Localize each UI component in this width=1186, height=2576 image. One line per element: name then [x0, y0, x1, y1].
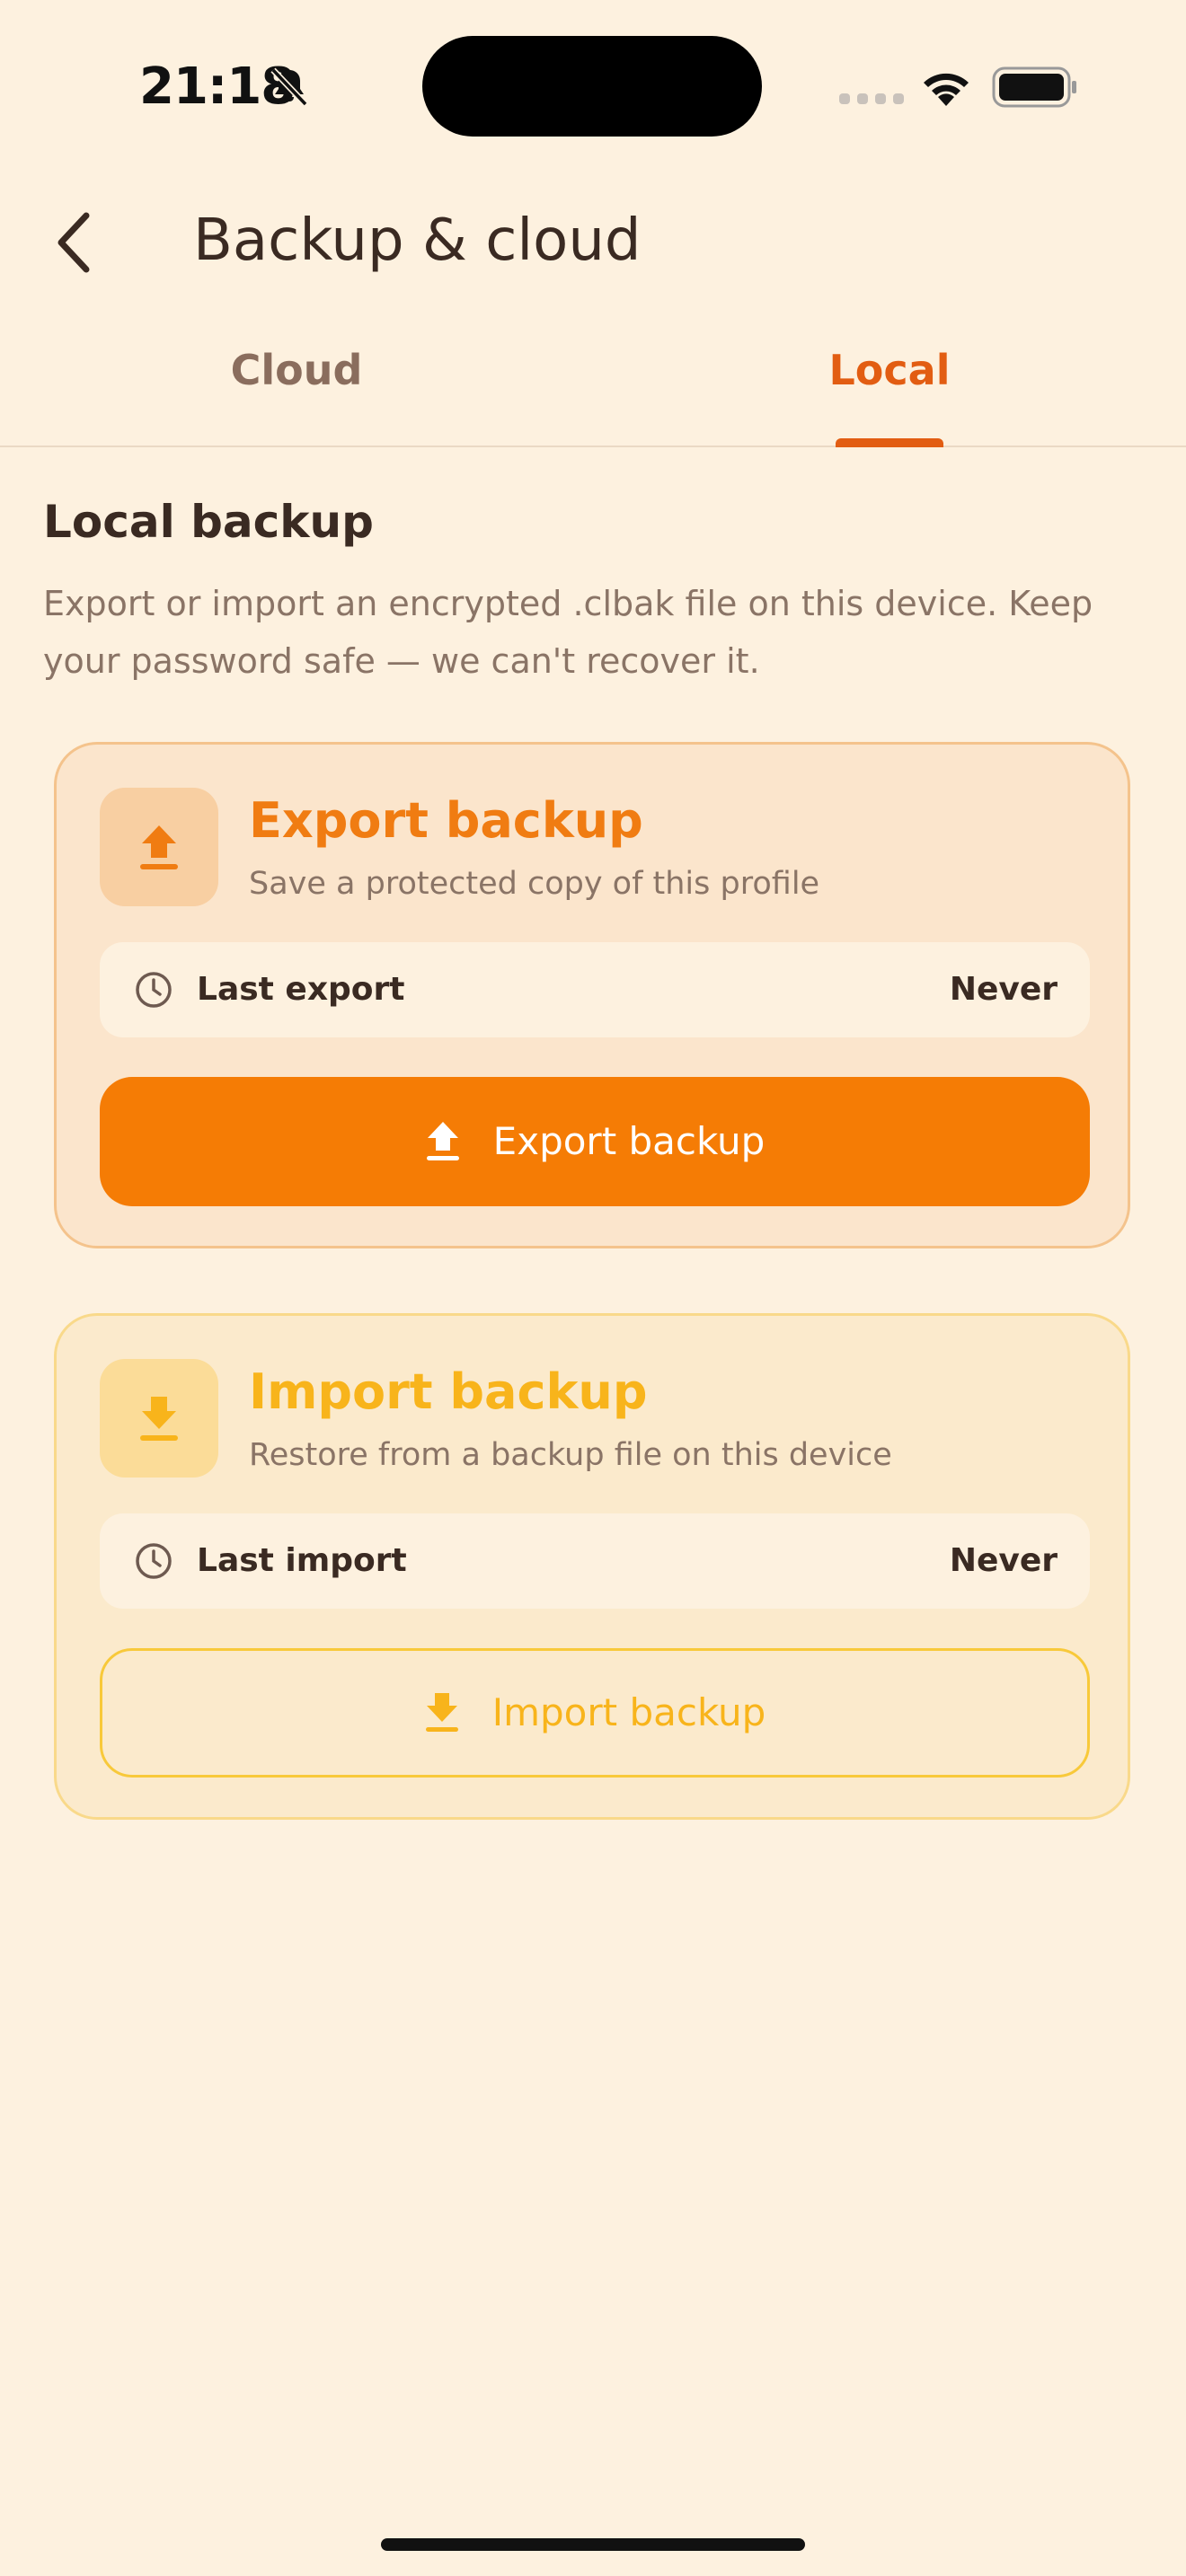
download-icon: [425, 1693, 458, 1732]
upload-icon: [426, 1122, 459, 1160]
section-title: Local backup: [43, 496, 374, 548]
export-backup-button[interactable]: Export backup: [100, 1077, 1090, 1206]
export-backup-card: Export backup Save a protected copy of t…: [54, 742, 1130, 1248]
import-card-title: Import backup: [249, 1363, 648, 1420]
battery-icon: [992, 66, 1076, 108]
import-backup-button[interactable]: Import backup: [100, 1648, 1090, 1778]
export-card-subtitle: Save a protected copy of this profile: [249, 866, 820, 902]
last-import-value: Never: [949, 1542, 1058, 1579]
export-icon-tile: [100, 788, 218, 906]
last-export-row: Last export Never: [100, 942, 1090, 1037]
tab-local[interactable]: Local: [665, 343, 1114, 397]
import-backup-button-label: Import backup: [491, 1690, 766, 1734]
cellular-signal-icon: [839, 93, 904, 104]
tab-active-indicator: [836, 438, 943, 447]
chevron-left-icon[interactable]: [47, 208, 101, 277]
import-icon-tile: [100, 1359, 218, 1478]
bell-slash-icon: [270, 67, 308, 107]
home-indicator: [381, 2538, 805, 2551]
page-title: Backup & cloud: [193, 207, 642, 274]
tab-divider: [0, 446, 1186, 447]
download-icon: [140, 1397, 178, 1441]
import-card-subtitle: Restore from a backup file on this devic…: [249, 1437, 892, 1473]
import-backup-card: Import backup Restore from a backup file…: [54, 1313, 1130, 1820]
dynamic-island: [422, 36, 762, 137]
last-import-row: Last import Never: [100, 1513, 1090, 1609]
last-import-label: Last import: [197, 1542, 407, 1579]
clock-icon: [136, 1543, 172, 1579]
last-export-label: Last export: [197, 971, 405, 1008]
wifi-icon: [924, 73, 969, 106]
section-description: Export or import an encrypted .clbak fil…: [43, 584, 1093, 681]
upload-icon: [140, 825, 178, 869]
clock-icon: [136, 972, 172, 1008]
export-card-title: Export backup: [249, 792, 643, 849]
tab-cloud[interactable]: Cloud: [72, 343, 521, 397]
last-export-value: Never: [949, 971, 1058, 1008]
export-backup-button-label: Export backup: [492, 1119, 766, 1163]
